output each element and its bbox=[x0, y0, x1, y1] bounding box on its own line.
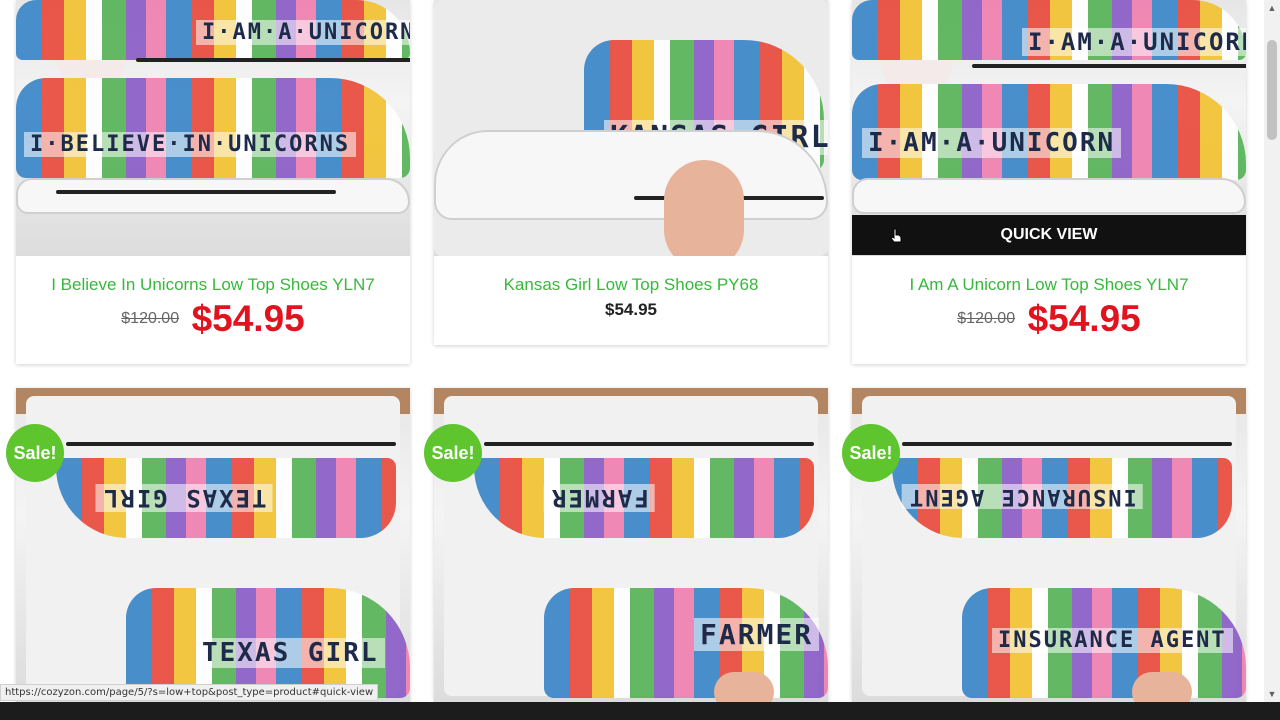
shoe-stripe bbox=[66, 442, 396, 446]
shoe-text: TEXAS GIRL bbox=[196, 638, 385, 668]
sale-price: $54.95 bbox=[1027, 298, 1141, 339]
product-image[interactable]: TEXAS GIRL TEXAS GIRL bbox=[16, 388, 410, 702]
product-image[interactable]: I·AM·A·UNICORN I·BELIEVE·IN·UNICORNS bbox=[16, 0, 410, 256]
product-title[interactable]: Kansas Girl Low Top Shoes PY68 bbox=[434, 275, 828, 295]
vertical-scrollbar[interactable]: ▲ ▼ bbox=[1264, 0, 1280, 702]
shoe-stripe bbox=[136, 58, 410, 62]
product-card[interactable]: TEXAS GIRL TEXAS GIRL bbox=[16, 388, 410, 702]
old-price: $120.00 bbox=[121, 310, 180, 327]
product-image[interactable]: INSURANCE AGENT INSURANCE AGENT bbox=[852, 388, 1246, 702]
sale-badge: Sale! bbox=[6, 424, 64, 482]
product-card[interactable]: KANSAS GIRL Kansas Girl Low Top Shoes PY… bbox=[434, 0, 828, 345]
shoe-text: FARMER bbox=[544, 484, 655, 512]
shoe-stripe bbox=[56, 190, 336, 194]
chevron-down-icon[interactable]: ▼ bbox=[1264, 686, 1280, 702]
shoe-text: I·BELIEVE·IN·UNICORNS bbox=[24, 132, 357, 157]
shoe-text: INSURANCE AGENT bbox=[902, 484, 1143, 509]
product-image[interactable]: FARMER FARMER bbox=[434, 388, 828, 702]
shoe-stripe bbox=[972, 64, 1246, 68]
hand-pointer-icon bbox=[890, 228, 902, 243]
shoe-stripe bbox=[902, 442, 1232, 446]
old-price: $120.00 bbox=[957, 310, 1016, 327]
shoe-text: I·AM·A·UNICORN bbox=[862, 128, 1122, 158]
sale-price: $54.95 bbox=[191, 298, 305, 339]
product-card[interactable]: INSURANCE AGENT INSURANCE AGENT bbox=[852, 388, 1246, 702]
shoe-text: FARMER bbox=[694, 618, 820, 651]
product-title[interactable]: I Am A Unicorn Low Top Shoes YLN7 bbox=[852, 275, 1246, 295]
price-row: $120.00 $54.95 bbox=[852, 298, 1246, 340]
status-bar-url: https://cozyzon.com/page/5/?s=low+top&po… bbox=[0, 684, 379, 701]
shoe-upper bbox=[16, 78, 410, 178]
price-row: $120.00 $54.95 bbox=[16, 298, 410, 340]
shoe-sole bbox=[434, 130, 828, 220]
price-row: $54.95 bbox=[434, 300, 828, 320]
shoe-stripe bbox=[484, 442, 814, 446]
quick-view-button[interactable]: QUICK VIEW bbox=[852, 215, 1246, 255]
product-image[interactable]: KANSAS GIRL bbox=[434, 0, 828, 256]
shoe-text: I·AM·A·UNICORN bbox=[196, 20, 410, 45]
hand bbox=[714, 672, 774, 702]
product-title[interactable]: I Believe In Unicorns Low Top Shoes YLN7 bbox=[16, 275, 410, 295]
chevron-up-icon[interactable]: ▲ bbox=[1264, 0, 1280, 16]
scrollbar-thumb[interactable] bbox=[1267, 40, 1277, 140]
shoe-text: TEXAS GIRL bbox=[96, 484, 273, 512]
product-card[interactable]: I·AM·A·UNICORN I·BELIEVE·IN·UNICORNS I B… bbox=[16, 0, 410, 364]
product-grid: I·AM·A·UNICORN I·BELIEVE·IN·UNICORNS I B… bbox=[0, 0, 1264, 702]
hand bbox=[664, 160, 744, 256]
hand bbox=[1132, 672, 1192, 702]
shoe-sole bbox=[852, 178, 1246, 214]
sale-badge: Sale! bbox=[424, 424, 482, 482]
shoe-text: I·AM·A·UNICORN bbox=[1022, 28, 1246, 56]
sale-badge: Sale! bbox=[842, 424, 900, 482]
shoe-sole bbox=[16, 178, 410, 214]
shoe-text: INSURANCE AGENT bbox=[992, 628, 1233, 653]
regular-price: $54.95 bbox=[605, 300, 657, 319]
bottom-bar bbox=[0, 702, 1280, 720]
product-card[interactable]: I·AM·A·UNICORN I·AM·A·UNICORN QUICK VIEW… bbox=[852, 0, 1246, 364]
product-card[interactable]: FARMER FARMER bbox=[434, 388, 828, 702]
